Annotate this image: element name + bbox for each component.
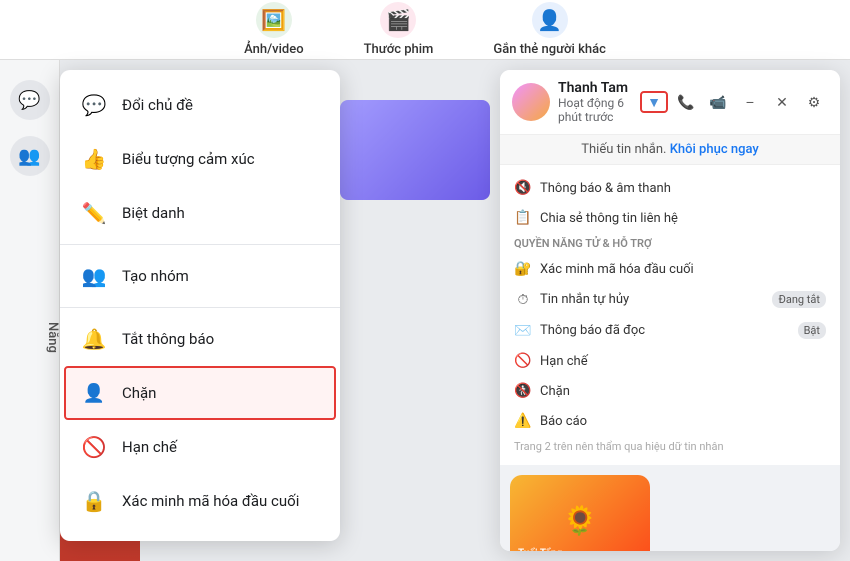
- report-label: Báo cáo: [540, 414, 587, 429]
- tao-nhom-icon: 👥: [80, 262, 108, 290]
- divider-2: [60, 307, 340, 308]
- menu-item-bieu-tuong[interactable]: 👍 Biểu tượng cảm xúc: [60, 132, 340, 186]
- tao-nhom-label: Tạo nhóm: [122, 267, 189, 285]
- perm-item-block[interactable]: 🚷 Chặn: [500, 376, 840, 406]
- toolbar-tag-people[interactable]: 👤 Gắn thẻ người khác: [493, 2, 605, 57]
- settings-item-notifications[interactable]: 🔇 Thông báo & âm thanh: [500, 173, 840, 203]
- menu-item-doi-chu-de[interactable]: 💬 Đổi chủ đề: [60, 78, 340, 132]
- photo-video-icon: 🖼️: [256, 2, 292, 38]
- share-label: Chia sẻ thông tin liên hệ: [540, 211, 678, 226]
- chat-header-actions: ▼ 📞 📹 − ✕ ⚙: [640, 91, 828, 113]
- perm-item-read[interactable]: ✉️ Thông báo đã đọc Bật: [500, 315, 840, 346]
- menu-item-chan[interactable]: 👤 Chặn: [64, 366, 336, 420]
- menu-item-tat-thong-bao[interactable]: 🔔 Tắt thông báo: [60, 312, 340, 366]
- e2e-label: Xác minh mã hóa đầu cuối: [540, 262, 694, 277]
- perm-item-self-destruct[interactable]: ⏱ Tin nhắn tự hủy Đang tắt: [500, 284, 840, 315]
- sidebar-label-nang: Năng: [0, 314, 60, 361]
- e2e-icon: 🔐: [514, 261, 532, 277]
- video-button[interactable]: 📹: [704, 91, 732, 113]
- tag-people-icon: 👤: [532, 2, 568, 38]
- notifications-label: Thông báo & âm thanh: [540, 181, 671, 196]
- block-label: Chặn: [540, 384, 570, 399]
- notice-text: Thiếu tin nhắn.: [581, 142, 666, 157]
- settings-item-share[interactable]: 📋 Chia sẻ thông tin liên hệ: [500, 203, 840, 233]
- chat-header-info: Thanh Tam Hoạt động 6 phút trước: [558, 80, 632, 124]
- left-sidebar: 💬 👥 Năng: [0, 60, 60, 561]
- block-icon: 🚷: [514, 383, 532, 399]
- menu-item-tao-nhom[interactable]: 👥 Tạo nhóm: [60, 249, 340, 303]
- menu-item-han-che[interactable]: 🚫 Hạn chế: [60, 420, 340, 474]
- chan-icon: 👤: [80, 379, 108, 407]
- top-toolbar: 🖼️ Ảnh/video 🎬 Thước phim 👤 Gắn thẻ ngườ…: [0, 0, 850, 60]
- close-button[interactable]: ✕: [768, 91, 796, 113]
- notifications-icon: 🔇: [514, 180, 532, 196]
- self-destruct-icon: ⏱: [514, 292, 532, 308]
- perm-item-report[interactable]: ⚠️ Báo cáo: [500, 406, 840, 436]
- toolbar-photo-video[interactable]: 🖼️ Ảnh/video: [244, 2, 303, 57]
- chan-label: Chặn: [122, 384, 156, 402]
- tat-thong-bao-label: Tắt thông báo: [122, 330, 214, 348]
- chat-settings-list: 🔇 Thông báo & âm thanh 📋 Chia sẻ thông t…: [500, 165, 840, 465]
- minimize-button[interactable]: −: [736, 91, 764, 113]
- notice-link[interactable]: Khôi phục ngay: [670, 142, 759, 157]
- permissions-title: Quyền năng tử & hỗ trợ: [500, 233, 840, 254]
- self-destruct-label: Tin nhắn tự hủy: [540, 292, 629, 307]
- han-che-icon: 🚫: [80, 433, 108, 461]
- more-button[interactable]: ⚙: [800, 91, 828, 113]
- chat-user-status: Hoạt động 6 phút trước: [558, 96, 632, 124]
- tag-people-label: Gắn thẻ người khác: [493, 42, 605, 57]
- phone-button[interactable]: 📞: [672, 91, 700, 113]
- restrict-icon: 🚫: [514, 353, 532, 369]
- xac-minh-icon: 🔒: [80, 487, 108, 515]
- toolbar-movie[interactable]: 🎬 Thước phim: [364, 2, 434, 57]
- biet-danh-label: Biệt danh: [122, 204, 185, 222]
- doi-chu-de-icon: 💬: [80, 91, 108, 119]
- photo-video-label: Ảnh/video: [244, 42, 303, 57]
- movie-label: Thước phim: [364, 42, 434, 57]
- dropdown-button[interactable]: ▼: [640, 91, 668, 113]
- read-icon: ✉️: [514, 323, 532, 339]
- movie-icon: 🎬: [380, 2, 416, 38]
- sidebar-icon-2[interactable]: 👥: [10, 136, 50, 176]
- doi-chu-de-label: Đổi chủ đề: [122, 96, 193, 114]
- tat-thong-bao-icon: 🔔: [80, 325, 108, 353]
- share-icon: 📋: [514, 210, 532, 226]
- divider-1: [60, 244, 340, 245]
- biet-danh-icon: ✏️: [80, 199, 108, 227]
- report-icon: ⚠️: [514, 413, 532, 429]
- read-badge: Bật: [798, 322, 826, 339]
- chat-notice: Thiếu tin nhắn. Khôi phục ngay: [500, 135, 840, 165]
- bieu-tuong-icon: 👍: [80, 145, 108, 173]
- xac-minh-label: Xác minh mã hóa đầu cuối: [122, 492, 299, 510]
- report-note: Trang 2 trên nên thẩm qua hiệu dữ tin nh…: [500, 436, 840, 457]
- msg-image-1: 🌻 Tuổi Tổng: [510, 475, 650, 551]
- restrict-label: Hạn chế: [540, 354, 588, 369]
- chat-messages-area: 🌻 Tuổi Tổng 📱 ⬇: [500, 465, 840, 551]
- perm-item-e2e[interactable]: 🔐 Xác minh mã hóa đầu cuối: [500, 254, 840, 284]
- message-images: 🌻 Tuổi Tổng 📱 ⬇: [510, 475, 830, 551]
- chat-user-name: Thanh Tam: [558, 80, 632, 96]
- menu-item-xac-minh[interactable]: 🔒 Xác minh mã hóa đầu cuối: [60, 474, 340, 528]
- perm-item-restrict[interactable]: 🚫 Hạn chế: [500, 346, 840, 376]
- self-destruct-badge: Đang tắt: [772, 291, 826, 308]
- msg-image-container: 🌻 Tuổi Tổng: [510, 475, 650, 551]
- chat-panel: Thanh Tam Hoạt động 6 phút trước ▼ 📞 📹 −…: [500, 70, 840, 551]
- han-che-label: Hạn chế: [122, 438, 177, 456]
- chat-avatar: [512, 83, 550, 121]
- bg-decor-right: [340, 100, 490, 200]
- menu-item-biet-danh[interactable]: ✏️ Biệt danh: [60, 186, 340, 240]
- bieu-tuong-label: Biểu tượng cảm xúc: [122, 150, 255, 168]
- menu-item-tin-nhan-tu-huy[interactable]: ⏱ Tin nhắn tự hủy: [60, 528, 340, 541]
- read-label: Thông báo đã đọc: [540, 323, 645, 338]
- sidebar-icon-1[interactable]: 💬: [10, 80, 50, 120]
- chat-header: Thanh Tam Hoạt động 6 phút trước ▼ 📞 📹 −…: [500, 70, 840, 135]
- context-menu: 💬 Đổi chủ đề 👍 Biểu tượng cảm xúc ✏️ Biệ…: [60, 70, 340, 541]
